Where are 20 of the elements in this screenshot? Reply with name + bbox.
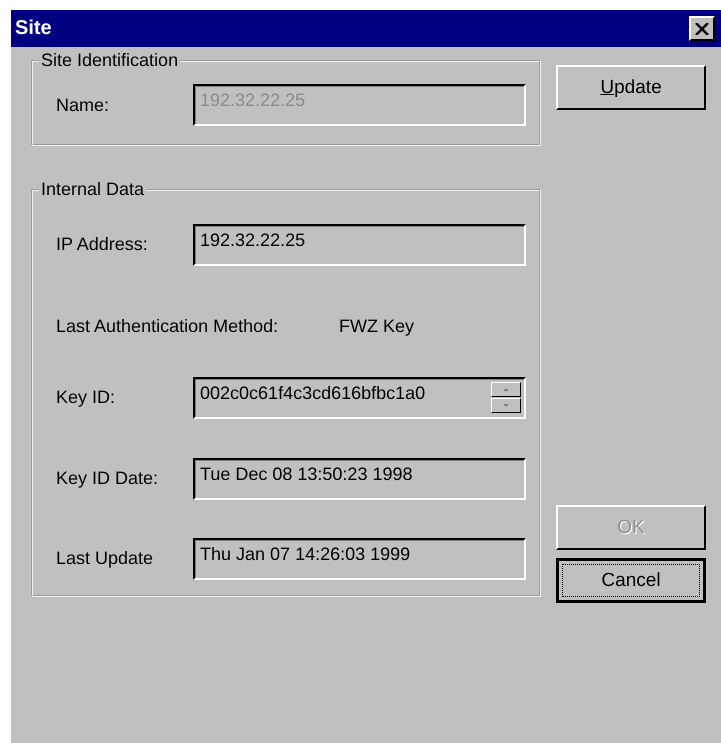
down-arrow-icon <box>503 404 509 406</box>
close-icon <box>695 22 709 34</box>
close-button[interactable] <box>689 16 715 41</box>
spin-up-button[interactable] <box>491 382 521 396</box>
field-label: Key ID Date: <box>56 468 160 489</box>
text-field[interactable]: Tue Dec 08 13:50:23 1998 <box>193 458 526 500</box>
dialog-button[interactable]: Cancel <box>556 558 706 603</box>
dialog-button[interactable]: Update <box>556 65 706 110</box>
text-field[interactable]: 002c0c61f4c3cd616bfbc1a0 <box>193 376 526 418</box>
text-field[interactable]: Thu Jan 07 14:26:03 1999 <box>193 538 526 580</box>
field-label: Last Authentication Method: <box>56 316 280 336</box>
up-arrow-icon <box>503 388 509 390</box>
text-field[interactable]: 192.32.22.25 <box>193 224 526 266</box>
spin-down-button[interactable] <box>491 398 521 412</box>
window-title: Site <box>15 17 52 40</box>
field-label: IP Address: <box>56 234 149 255</box>
field-label: Last Update <box>56 548 154 569</box>
field-label: Name: <box>56 94 110 116</box>
field-value: FWZ Key <box>339 316 414 336</box>
field-label: Key ID: <box>56 387 116 408</box>
